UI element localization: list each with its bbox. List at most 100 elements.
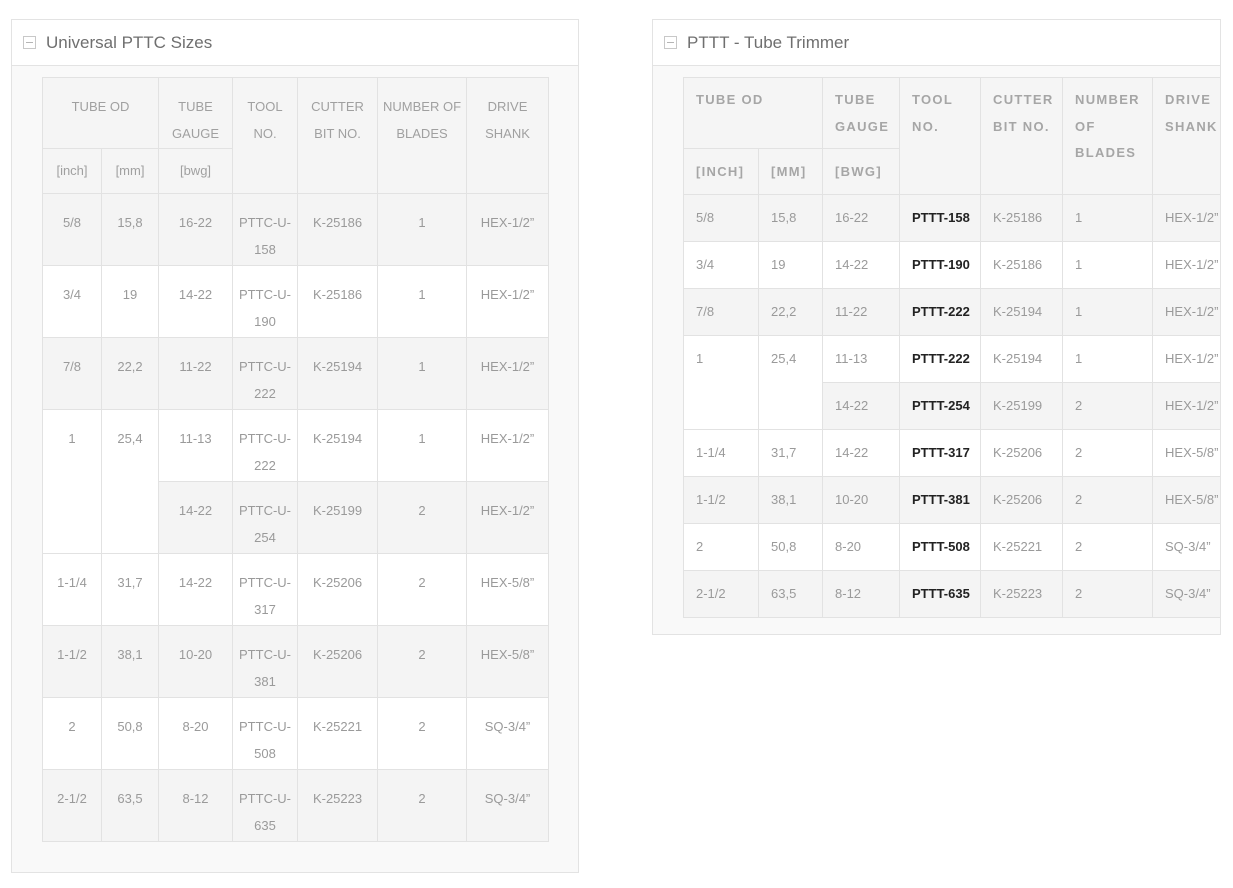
- cell-blades: 1: [1062, 335, 1154, 383]
- cell-shank: HEX-1/2”: [1152, 241, 1220, 289]
- header-bwg: [BWG]: [822, 148, 901, 195]
- cell-gauge: 14-22: [158, 265, 234, 338]
- cell-tool: PTTT-190: [899, 241, 982, 289]
- table-row: 2 50,8 8-20 PTTC-U-508 K-25221 2 SQ-3/4”: [42, 697, 550, 770]
- cell-shank: HEX-5/8”: [1152, 429, 1220, 477]
- cell-shank: HEX-1/2”: [1152, 382, 1220, 430]
- cell-shank: HEX-1/2”: [466, 337, 550, 410]
- cell-mm: 22,2: [100, 337, 160, 410]
- cell-shank: HEX-1/2”: [466, 193, 550, 266]
- header-tube-od: TUBE OD: [682, 77, 824, 149]
- cell-bit: K-25199: [297, 481, 379, 554]
- table-row: 1 25,4 11-13 PTTT-222 K-25194 1 HEX-1/2”: [683, 335, 1220, 430]
- cell-gauge: 14-22: [822, 241, 901, 289]
- cell-tool: PTTT-158: [899, 194, 982, 242]
- trimmer-table: TUBE OD TUBE GAUGE TOOL NO. CUTTER BIT N…: [682, 77, 1220, 618]
- cell-bit: K-25186: [297, 193, 379, 266]
- cell-gauge: 14-22: [158, 553, 234, 626]
- cell-mm: 38,1: [100, 625, 160, 698]
- table-row: 1-1/2 38,1 10-20 PTTT-381 K-25206 2 HEX-5/8”: [683, 476, 1220, 524]
- cell-gauge: 14-22: [822, 382, 901, 430]
- header-mm: [mm]: [100, 148, 160, 194]
- cell-mm: 63,5: [757, 570, 824, 618]
- cell-bit: K-25223: [980, 570, 1064, 618]
- panel-pttt-tube-trimmer: PTTT - Tube Trimmer TUBE OD TUBE GAUGE T…: [652, 19, 1221, 635]
- header-drive-shank: DRIVE SHANK: [1152, 77, 1220, 195]
- header-inch: [inch]: [42, 148, 102, 194]
- cell-bit: K-25223: [297, 769, 379, 842]
- cell-blades: 2: [1062, 523, 1154, 571]
- cell-shank: HEX-5/8”: [1152, 476, 1220, 524]
- cell-gauge: 11-13: [158, 409, 234, 482]
- cell-bit: K-25194: [980, 335, 1064, 383]
- cell-tool: PTTT-222: [899, 288, 982, 336]
- cell-blades: 1: [1062, 288, 1154, 336]
- cell-mm: 50,8: [757, 523, 824, 571]
- cell-blades: 2: [377, 625, 468, 698]
- table-row: 1-1/4 31,7 14-22 PTTT-317 K-25206 2 HEX-5/8”: [683, 429, 1220, 477]
- cell-blades: 2: [377, 697, 468, 770]
- cell-inch: 2-1/2: [42, 769, 102, 842]
- table-row: 2-1/2 63,5 8-12 PTTC-U-635 K-25223 2 SQ-3/4”: [42, 769, 550, 842]
- cell-blades: 2: [377, 553, 468, 626]
- table-row: 2 50,8 8-20 PTTT-508 K-25221 2 SQ-3/4”: [683, 523, 1220, 571]
- table-row: 2-1/2 63,5 8-12 PTTT-635 K-25223 2 SQ-3/4”: [683, 570, 1220, 618]
- cell-gauge: 8-12: [822, 570, 901, 618]
- panel-header[interactable]: Universal PTTC Sizes: [12, 20, 578, 66]
- cell-tool: PTTC-U-381: [232, 625, 299, 698]
- table-row: 1 25,4 11-13 PTTC-U-222 K-25194 1 HEX-1/2”: [42, 409, 550, 554]
- table-row: 5/8 15,8 16-22 PTTT-158 K-25186 1 HEX-1/2”: [683, 194, 1220, 242]
- cell-tool: PTTC-U-635: [232, 769, 299, 842]
- cell-blades: 1: [377, 337, 468, 410]
- header-tube-gauge: TUBE GAUGE: [158, 77, 234, 149]
- header-cutter-bit-no: CUTTER BIT NO.: [297, 77, 379, 194]
- cell-bit: K-25199: [980, 382, 1064, 430]
- cell-shank: HEX-5/8”: [466, 625, 550, 698]
- cell-shank: SQ-3/4”: [1152, 523, 1220, 571]
- panel-universal-pttc-sizes: Universal PTTC Sizes TUBE OD TUBE GAUGE …: [11, 19, 579, 873]
- header-tube-gauge: TUBE GAUGE: [822, 77, 901, 149]
- cell-inch: 2: [42, 697, 102, 770]
- cell-gauge: 11-13: [822, 335, 901, 383]
- table-row: 3/4 19 14-22 PTTT-190 K-25186 1 HEX-1/2”: [683, 241, 1220, 289]
- cell-inch: 2: [683, 523, 759, 571]
- cell-blades: 2: [1062, 570, 1154, 618]
- header-tool-no: TOOL NO.: [899, 77, 982, 195]
- cell-tool: PTTC-U-190: [232, 265, 299, 338]
- panel-header[interactable]: PTTT - Tube Trimmer: [653, 20, 1220, 66]
- cell-inch: 1: [683, 335, 759, 430]
- cell-bit: K-25186: [980, 194, 1064, 242]
- cell-inch: 1-1/4: [683, 429, 759, 477]
- collapse-icon[interactable]: [664, 36, 677, 49]
- cell-bit: K-25206: [297, 553, 379, 626]
- cell-bit: K-25206: [980, 429, 1064, 477]
- cell-mm: 38,1: [757, 476, 824, 524]
- cell-gauge: 8-12: [158, 769, 234, 842]
- cell-mm: 22,2: [757, 288, 824, 336]
- cell-inch: 2-1/2: [683, 570, 759, 618]
- collapse-icon[interactable]: [23, 36, 36, 49]
- cell-blades: 2: [1062, 476, 1154, 524]
- table-row: 1-1/4 31,7 14-22 PTTC-U-317 K-25206 2 HEX-5/8”: [42, 553, 550, 626]
- cell-inch: 5/8: [42, 193, 102, 266]
- cell-blades: 2: [1062, 382, 1154, 430]
- cell-blades: 2: [377, 481, 468, 554]
- cell-inch: 1-1/2: [42, 625, 102, 698]
- cell-blades: 1: [377, 265, 468, 338]
- cell-tool: PTTT-635: [899, 570, 982, 618]
- cell-bit: K-25221: [980, 523, 1064, 571]
- cell-bit: K-25186: [297, 265, 379, 338]
- cell-blades: 2: [377, 769, 468, 842]
- table-row: 7/8 22,2 11-22 PTTT-222 K-25194 1 HEX-1/2”: [683, 288, 1220, 336]
- cell-bit: K-25206: [980, 476, 1064, 524]
- cell-gauge: 14-22: [822, 429, 901, 477]
- cell-mm: 19: [100, 265, 160, 338]
- cell-bit: K-25194: [297, 337, 379, 410]
- cell-shank: SQ-3/4”: [466, 697, 550, 770]
- cell-inch: 5/8: [683, 194, 759, 242]
- cell-shank: HEX-1/2”: [466, 409, 550, 482]
- table-row: 7/8 22,2 11-22 PTTC-U-222 K-25194 1 HEX-1/2”: [42, 337, 550, 410]
- cell-mm: 25,4: [757, 335, 824, 430]
- cell-inch: 7/8: [42, 337, 102, 410]
- cell-mm: 15,8: [757, 194, 824, 242]
